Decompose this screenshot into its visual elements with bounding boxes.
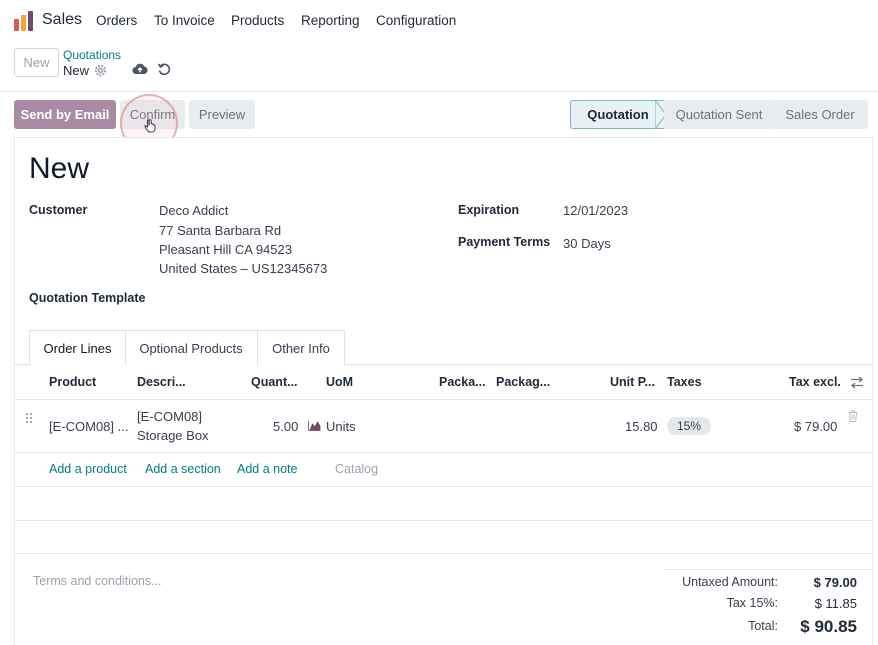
totals-divider	[663, 569, 873, 570]
untaxed-amount-label: Untaxed Amount:	[682, 575, 778, 589]
tab-optional-products[interactable]: Optional Products	[125, 330, 258, 365]
new-button[interactable]: New	[14, 48, 59, 77]
discard-undo-icon[interactable]	[157, 62, 171, 76]
total-label: Total:	[748, 619, 778, 633]
add-section-link[interactable]: Add a section	[145, 462, 221, 476]
gear-icon[interactable]	[94, 64, 107, 77]
menu-to-invoice[interactable]: To Invoice	[154, 13, 215, 28]
preview-button[interactable]: Preview	[189, 100, 255, 129]
customer-address-line: United States – US12345673	[159, 261, 328, 276]
cell-description[interactable]: [E-COM08]	[137, 409, 202, 424]
col-tax-excluded[interactable]: Tax excl.	[789, 375, 841, 389]
tax-value: $ 11.85	[814, 596, 857, 611]
cloud-upload-icon[interactable]	[132, 62, 148, 76]
customer-address-line: Pleasant Hill CA 94523	[159, 242, 292, 257]
menu-reporting[interactable]: Reporting	[301, 13, 360, 28]
breadcrumb-quotations[interactable]: Quotations	[63, 48, 121, 62]
status-sales-order[interactable]: Sales Order	[772, 100, 868, 129]
menu-orders[interactable]: Orders	[96, 13, 137, 28]
customer-address-line: 77 Santa Barbara Rd	[159, 223, 282, 238]
col-description[interactable]: Descri...	[137, 375, 186, 389]
status-quotation-sent[interactable]: Quotation Sent	[664, 100, 774, 129]
customer-label: Customer	[29, 203, 88, 217]
col-packaging[interactable]: Packag...	[496, 375, 550, 389]
forecast-chart-icon[interactable]	[308, 420, 321, 431]
col-taxes[interactable]: Taxes	[667, 375, 702, 389]
terms-conditions-input[interactable]: Terms and conditions...	[33, 574, 162, 588]
col-uom[interactable]: UoM	[326, 375, 353, 389]
cell-unit-price[interactable]: 15.80	[625, 419, 658, 434]
customer-name[interactable]: Deco Addict	[159, 203, 228, 218]
row-divider	[14, 520, 873, 521]
untaxed-amount-value: $ 79.00	[813, 575, 857, 590]
row-divider	[14, 452, 873, 453]
cell-product[interactable]: [E-COM08] ...	[49, 419, 128, 434]
tax-badge[interactable]: 15%	[667, 417, 711, 435]
breadcrumb-current: New	[63, 63, 90, 78]
status-quotation[interactable]: Quotation	[570, 100, 666, 129]
payment-terms-label: Payment Terms	[458, 235, 551, 249]
col-unit-price[interactable]: Unit P...	[610, 375, 655, 389]
expiration-label: Expiration	[458, 203, 520, 217]
trash-icon[interactable]	[848, 410, 858, 422]
table-header-divider	[14, 399, 873, 400]
column-settings-icon[interactable]	[850, 376, 864, 389]
total-value: $ 90.85	[800, 617, 857, 636]
menu-configuration[interactable]: Configuration	[376, 13, 456, 28]
col-product[interactable]: Product	[49, 375, 96, 389]
catalog-button[interactable]: Catalog	[335, 462, 378, 476]
row-divider	[14, 553, 873, 554]
drag-handle-icon[interactable]	[25, 412, 33, 424]
send-by-email-button[interactable]: Send by Email	[14, 100, 116, 129]
app-name[interactable]: Sales	[42, 11, 82, 29]
cell-uom[interactable]: Units	[326, 419, 356, 434]
record-title: New	[29, 152, 90, 185]
tab-other-info[interactable]: Other Info	[257, 330, 345, 365]
sales-app-logo-icon[interactable]	[13, 10, 35, 32]
row-divider	[14, 486, 873, 487]
cell-description[interactable]: Storage Box	[137, 428, 209, 443]
menu-products[interactable]: Products	[231, 13, 284, 28]
confirm-button[interactable]: Confirm	[120, 100, 185, 129]
tab-order-lines[interactable]: Order Lines	[29, 330, 126, 366]
quotation-template-label: Quotation Template	[29, 291, 146, 305]
cell-quantity[interactable]: 5.00	[273, 419, 298, 434]
add-product-link[interactable]: Add a product	[49, 462, 127, 476]
expiration-field[interactable]: 12/01/2023	[563, 203, 628, 218]
cell-subtotal: $ 79.00	[794, 419, 838, 434]
header-divider	[0, 91, 878, 92]
payment-terms-field[interactable]: 30 Days	[563, 236, 611, 251]
tax-label: Tax 15%:	[726, 596, 778, 610]
col-packaging-qty[interactable]: Packa...	[439, 375, 486, 389]
add-note-link[interactable]: Add a note	[237, 462, 297, 476]
col-quantity[interactable]: Quant...	[251, 375, 298, 389]
